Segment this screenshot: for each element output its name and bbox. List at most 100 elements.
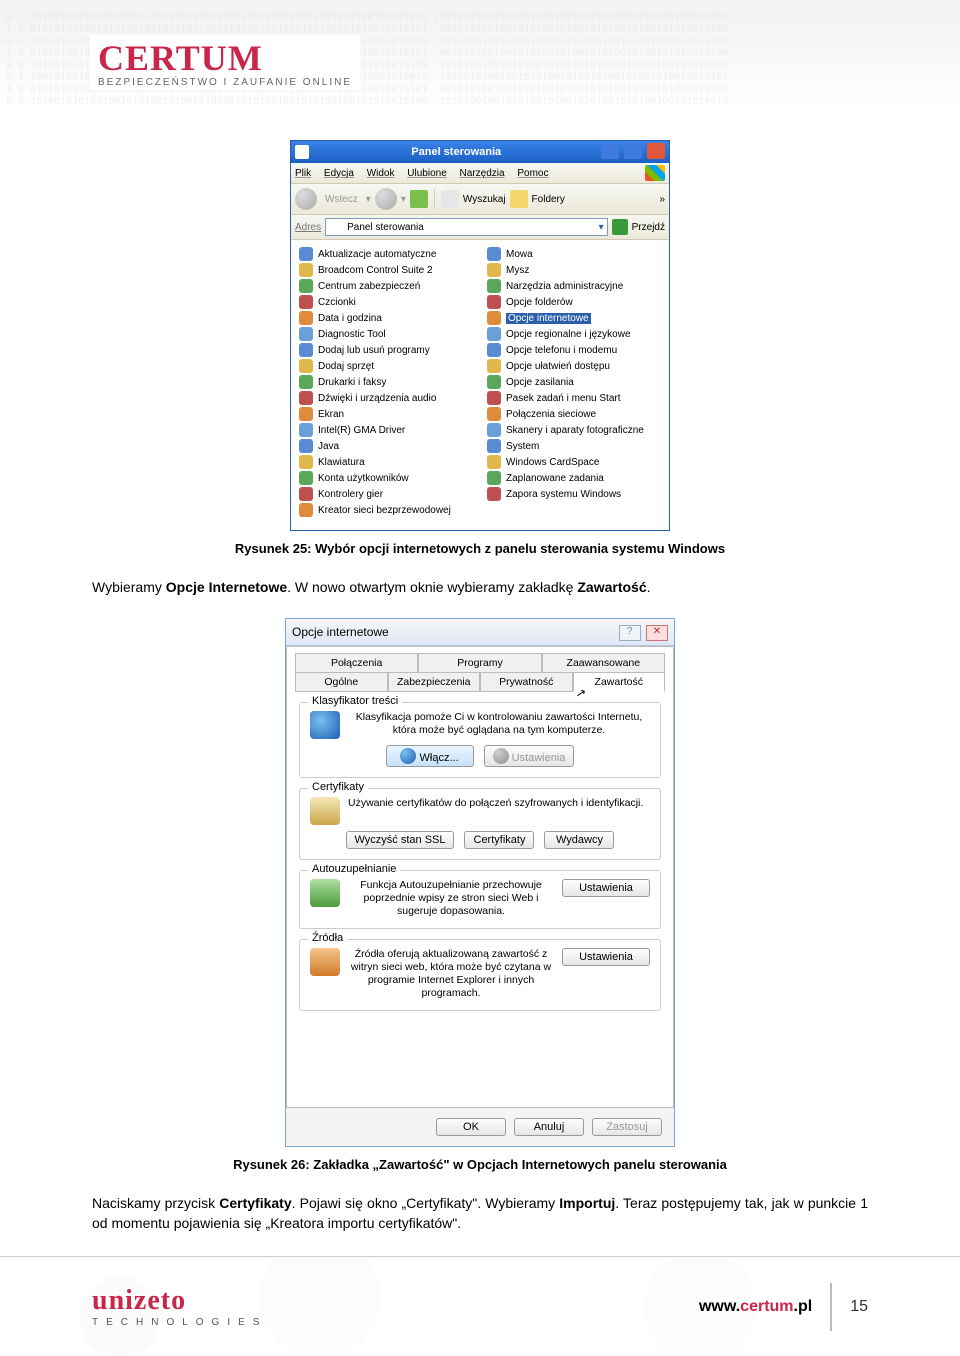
control-panel-item[interactable]: Zaplanowane zadania	[487, 470, 661, 486]
control-panel-item[interactable]: Data i godzina	[299, 310, 473, 326]
address-field[interactable]: Panel sterowania ▾	[325, 218, 608, 236]
clear-ssl-button[interactable]: Wyczyść stan SSL	[346, 831, 455, 849]
item-label: Broadcom Control Suite 2	[318, 265, 433, 276]
go-label[interactable]: Przejdź	[632, 222, 665, 233]
menu-pomoc[interactable]: Pomoc	[517, 168, 548, 179]
menu-plik[interactable]: Plik	[295, 168, 311, 179]
certificates-button[interactable]: Certyfikaty	[464, 831, 534, 849]
item-label: Kreator sieci bezprzewodowej	[318, 505, 451, 516]
control-panel-item[interactable]: Konta użytkowników	[299, 470, 473, 486]
menubar: Plik Edycja Widok Ulubione Narzędzia Pom…	[291, 163, 669, 184]
window-buttons[interactable]	[599, 143, 665, 162]
minimize-button[interactable]	[601, 143, 619, 159]
group-klasyfikator: Klasyfikator treści Klasyfikacja pomoże …	[299, 702, 661, 778]
item-icon	[487, 423, 501, 437]
tab-zawartosc[interactable]: Zawartość	[573, 672, 666, 692]
search-icon[interactable]	[441, 190, 459, 208]
tab-programy[interactable]: Programy	[418, 653, 541, 673]
forward-button[interactable]	[375, 188, 397, 210]
item-icon	[299, 247, 313, 261]
tab-zabezpieczenia[interactable]: Zabezpieczenia	[388, 672, 481, 692]
folders-icon[interactable]	[510, 190, 528, 208]
control-panel-item[interactable]: System	[487, 438, 661, 454]
tab-ogolne[interactable]: Ogólne	[295, 672, 388, 692]
cancel-button[interactable]: Anuluj	[514, 1118, 584, 1136]
item-label: Mysz	[506, 265, 529, 276]
control-panel-item[interactable]: Mysz	[487, 262, 661, 278]
control-panel-item[interactable]: Java	[299, 438, 473, 454]
certificate-icon	[310, 797, 340, 825]
control-panel-item[interactable]: Diagnostic Tool	[299, 326, 473, 342]
footer-brand-word: unizeto	[92, 1285, 267, 1317]
figure-internet-options: Opcje internetowe ? ✕ Połączenia Program…	[92, 618, 868, 1173]
item-icon	[487, 247, 501, 261]
toolbar-more[interactable]: »	[659, 194, 665, 205]
tab-prywatnosc[interactable]: Prywatność	[480, 672, 573, 692]
control-panel-item[interactable]: Ekran	[299, 406, 473, 422]
close-button[interactable]	[647, 143, 665, 159]
item-label: System	[506, 441, 539, 452]
titlebar-text: Panel sterowania	[313, 146, 599, 158]
menu-narzedzia[interactable]: Narzędzia	[460, 168, 505, 179]
control-panel-item[interactable]: Pasek zadań i menu Start	[487, 390, 661, 406]
item-label: Ekran	[318, 409, 344, 420]
control-panel-item[interactable]: Drukarki i faksy	[299, 374, 473, 390]
help-button[interactable]: ?	[619, 625, 641, 641]
enable-button[interactable]: Włącz...	[386, 745, 474, 767]
feed-settings-button[interactable]: Ustawienia	[562, 948, 650, 966]
control-panel-item[interactable]: Zapora systemu Windows	[487, 486, 661, 502]
folders-label[interactable]: Foldery	[532, 194, 565, 205]
control-panel-item[interactable]: Opcje ułatwień dostępu	[487, 358, 661, 374]
ok-button[interactable]: OK	[436, 1118, 506, 1136]
autocomplete-settings-button[interactable]: Ustawienia	[562, 879, 650, 897]
menu-edycja[interactable]: Edycja	[324, 168, 354, 179]
control-panel-item[interactable]: Czcionki	[299, 294, 473, 310]
control-panel-item[interactable]: Intel(R) GMA Driver	[299, 422, 473, 438]
footer-brand: unizeto TECHNOLOGIES	[92, 1285, 267, 1328]
control-panel-item[interactable]: Kreator sieci bezprzewodowej	[299, 502, 473, 518]
item-icon	[299, 503, 313, 517]
control-panel-item[interactable]: Dźwięki i urządzenia audio	[299, 390, 473, 406]
item-icon	[487, 439, 501, 453]
control-panel-item[interactable]: Opcje folderów	[487, 294, 661, 310]
item-label: Kontrolery gier	[318, 489, 383, 500]
control-panel-item[interactable]: Centrum zabezpieczeń	[299, 278, 473, 294]
publishers-button[interactable]: Wydawcy	[544, 831, 614, 849]
item-icon	[299, 471, 313, 485]
control-panel-item[interactable]: Mowa	[487, 246, 661, 262]
group-text: Używanie certyfikatów do połączeń szyfro…	[348, 797, 643, 825]
paragraph-2: Naciskamy przycisk Certyfikaty. Pojawi s…	[92, 1194, 868, 1233]
control-panel-item[interactable]: Klawiatura	[299, 454, 473, 470]
go-button-icon[interactable]	[612, 219, 628, 235]
windows-logo-icon	[645, 165, 665, 181]
control-panel-item[interactable]: Opcje internetowe	[487, 310, 661, 326]
control-panel-item[interactable]: Opcje telefonu i modemu	[487, 342, 661, 358]
control-panel-item[interactable]: Broadcom Control Suite 2	[299, 262, 473, 278]
address-icon	[329, 220, 343, 234]
back-button[interactable]	[295, 188, 317, 210]
control-panel-item[interactable]: Skanery i aparaty fotograficzne	[487, 422, 661, 438]
back-label: Wstecz	[325, 194, 358, 205]
dialog-close-button[interactable]: ✕	[646, 625, 668, 641]
control-panel-item[interactable]: Dodaj sprzęt	[299, 358, 473, 374]
address-dropdown-icon[interactable]: ▾	[599, 222, 604, 233]
search-label[interactable]: Wyszukaj	[463, 194, 506, 205]
control-panel-item[interactable]: Opcje regionalne i językowe	[487, 326, 661, 342]
menu-ulubione[interactable]: Ulubione	[407, 168, 446, 179]
up-icon[interactable]	[410, 190, 428, 208]
tab-polaczenia[interactable]: Połączenia	[295, 653, 418, 673]
footer-separator	[830, 1283, 832, 1331]
control-panel-item[interactable]: Dodaj lub usuń programy	[299, 342, 473, 358]
tab-zaawansowane[interactable]: Zaawansowane	[542, 653, 665, 673]
control-panel-item[interactable]: Windows CardSpace	[487, 454, 661, 470]
control-panel-item[interactable]: Aktualizacje automatyczne	[299, 246, 473, 262]
apply-button: Zastosuj	[592, 1118, 662, 1136]
menu-widok[interactable]: Widok	[367, 168, 395, 179]
control-panel-item[interactable]: Opcje zasilania	[487, 374, 661, 390]
control-panel-item[interactable]: Narzędzia administracyjne	[487, 278, 661, 294]
control-panel-item[interactable]: Kontrolery gier	[299, 486, 473, 502]
maximize-button[interactable]	[624, 143, 642, 159]
item-icon	[299, 263, 313, 277]
control-panel-item[interactable]: Połączenia sieciowe	[487, 406, 661, 422]
item-icon	[299, 343, 313, 357]
